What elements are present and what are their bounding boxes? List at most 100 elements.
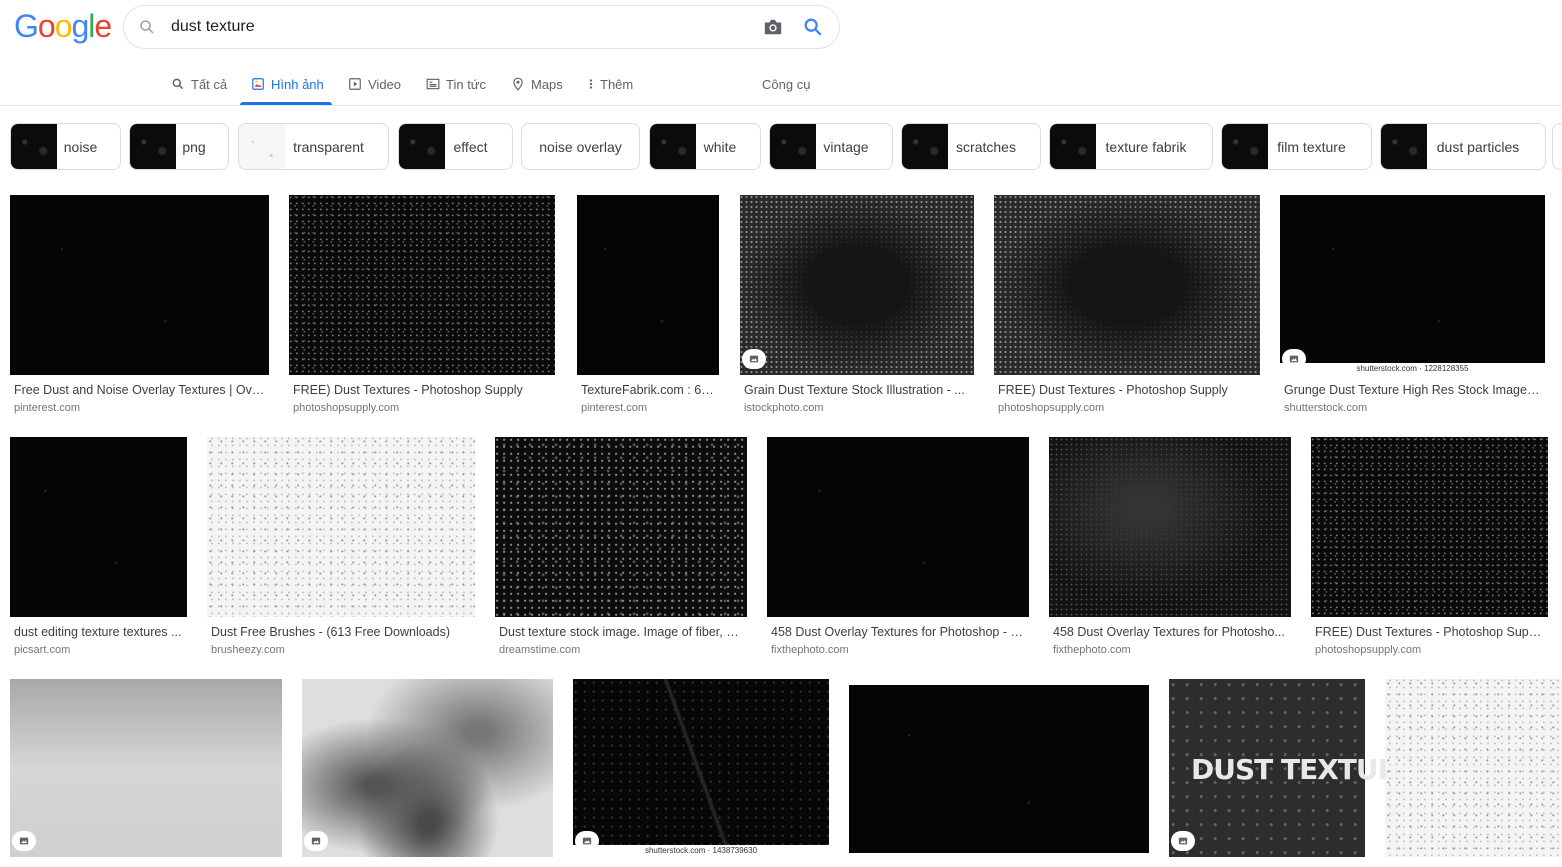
tab-more[interactable]: Thêm [588,75,633,93]
chip-label: noise overlay [539,138,622,155]
chip-thumbnail [650,124,696,169]
result-source[interactable]: fixthephoto.com [771,644,849,656]
image-badge-icon [1171,831,1195,851]
tab-maps[interactable]: Maps [511,75,563,93]
result-title[interactable]: Grain Dust Texture Stock Illustration - … [744,383,970,397]
chip-texture-fabrik[interactable]: texture fabrik [1049,123,1213,170]
chip-label: png [182,138,206,155]
tools-button[interactable]: Công cụ [762,75,810,93]
result-source[interactable]: photoshopsupply.com [998,402,1104,414]
result-title[interactable]: Dust texture stock image. Image of fiber… [499,625,743,639]
chip-thumbnail [399,124,445,169]
chip-noise-overlay[interactable]: noise overlay [521,123,640,170]
tab-video[interactable]: Video [348,75,401,93]
chip-scratches[interactable]: scratches [901,123,1041,170]
result-thumbnail[interactable] [10,437,187,617]
result-thumbnail[interactable] [740,195,974,375]
result-title[interactable]: FREE) Dust Textures - Photoshop Supply [998,383,1256,397]
search-icon [172,78,184,90]
result-source[interactable]: pinterest.com [581,402,647,414]
chip-transparent[interactable]: transparent [238,123,389,170]
logo-letter: o [54,8,73,44]
result-thumbnail[interactable] [573,679,829,857]
tab-label: Tất cả [191,76,228,92]
result-title[interactable]: Free Dust and Noise Overlay Textures | O… [14,383,265,397]
chip-thumbnail [1381,124,1427,169]
result-title[interactable]: dust editing texture textures ... [14,625,183,639]
chip-thumbnail [1222,124,1268,169]
result-thumbnail[interactable] [1385,679,1562,857]
result-source[interactable]: picsart.com [14,644,70,656]
chip-thumbnail [902,124,948,169]
search-input[interactable]: dust texture [171,18,255,36]
result-title[interactable]: FREE) Dust Textures - Photoshop Supply [1315,625,1544,639]
result-thumbnail[interactable] [994,195,1260,375]
tab-images[interactable]: Hình ảnh [251,75,324,93]
chip-vintage[interactable]: vintage [769,123,893,170]
logo-letter: e [94,8,112,44]
result-source[interactable]: fixthephoto.com [1053,644,1131,656]
search-icon [140,20,154,34]
result-thumbnail[interactable] [10,679,282,857]
tab-news[interactable]: Tin tức [426,75,486,93]
chip-thumbnail [770,124,816,169]
image-badge-icon [304,831,328,851]
image-badge-icon [1282,349,1306,369]
result-thumbnail[interactable] [1049,437,1291,617]
result-title[interactable]: 458 Dust Overlay Textures for Photoshop … [771,625,1025,639]
result-thumbnail[interactable] [302,679,553,857]
result-source[interactable]: brusheezy.com [211,644,285,656]
chip-label: dust particles [1436,138,1520,155]
result-thumbnail[interactable] [767,437,1029,617]
chip-noise[interactable]: noise [10,123,121,170]
chip-thumbnail [239,124,285,169]
chip-white[interactable]: white [649,123,761,170]
tab-all[interactable]: Tất cả [171,75,227,93]
video-icon [349,78,361,90]
chip-partial[interactable] [1552,123,1562,170]
result-title[interactable]: Dust Free Brushes - (613 Free Downloads) [211,625,471,639]
tab-label: Maps [531,76,563,92]
result-source[interactable]: pinterest.com [14,402,80,414]
result-thumbnail[interactable] [207,437,475,617]
watermark-caption: shutterstock.com · 1228128355 [1280,363,1545,375]
search-button-icon[interactable] [802,16,824,38]
news-icon [426,78,440,90]
chip-effect[interactable]: effect [398,123,513,170]
result-title[interactable]: FREE) Dust Textures - Photoshop Supply [293,383,551,397]
result-thumbnail[interactable] [10,195,269,375]
tab-label: Tin tức [446,76,487,92]
result-source[interactable]: shutterstock.com [1284,402,1367,414]
camera-icon[interactable] [762,17,784,37]
result-thumbnail[interactable] [577,195,719,375]
map-pin-icon [513,77,523,91]
google-logo[interactable]: Google [14,8,112,45]
chip-dust-particles[interactable]: dust particles [1380,123,1546,170]
tools-label: Công cụ [762,76,811,92]
chip-label: white [703,138,737,155]
logo-letter: o [37,8,56,44]
chip-label: vintage [823,138,869,155]
result-thumbnail[interactable] [1311,437,1548,617]
result-title[interactable]: TextureFabrik.com : 6 ... [581,383,715,397]
result-source[interactable]: istockphoto.com [744,402,823,414]
result-source[interactable]: photoshopsupply.com [293,402,399,414]
chip-label: effect [453,138,488,155]
result-source[interactable]: dreamstime.com [499,644,580,656]
image-badge-icon [12,831,36,851]
result-title[interactable]: 458 Dust Overlay Textures for Photosho..… [1053,625,1287,639]
logo-letter: G [14,8,39,44]
result-thumbnail[interactable] [495,437,747,617]
tab-label: Video [368,76,402,92]
chip-label: film texture [1277,138,1346,155]
chip-label: scratches [956,138,1016,155]
tab-label: Thêm [600,76,634,92]
result-source[interactable]: photoshopsupply.com [1315,644,1421,656]
more-vert-icon [589,79,593,89]
chip-png[interactable]: png [129,123,229,170]
chip-film-texture[interactable]: film texture [1221,123,1372,170]
result-thumbnail[interactable] [289,195,555,375]
result-title[interactable]: Grunge Dust Texture High Res Stock Image… [1284,383,1541,397]
result-thumbnail[interactable] [1280,195,1545,375]
result-thumbnail[interactable] [849,685,1149,853]
